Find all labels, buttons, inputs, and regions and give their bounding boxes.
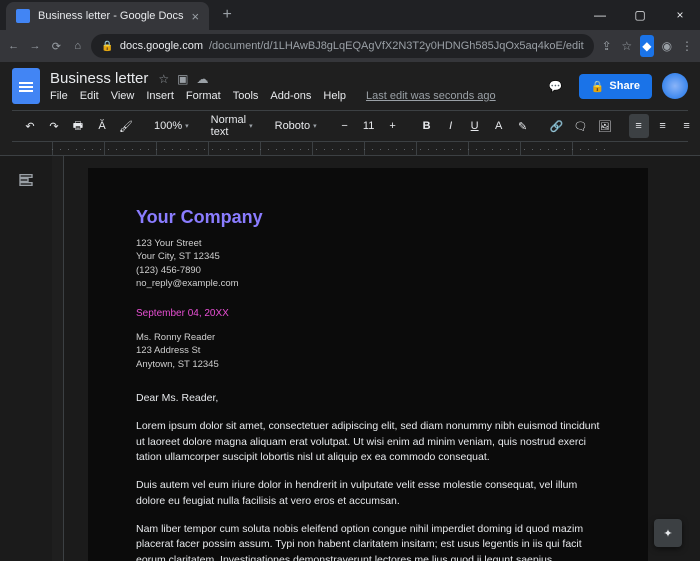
insert-image-button[interactable]: 🖼 — [595, 114, 615, 138]
move-icon[interactable]: ▣ — [177, 72, 188, 86]
lock-share-icon: 🔒 — [591, 80, 605, 93]
body-paragraph[interactable]: Duis autem vel eum iriure dolor in hendr… — [136, 478, 600, 510]
home-button[interactable]: ⌂ — [70, 34, 85, 58]
page-canvas[interactable]: Your Company 123 Your Street Your City, … — [64, 156, 700, 561]
star-icon[interactable]: ☆ — [158, 72, 169, 86]
share-page-icon[interactable]: ⇪ — [600, 35, 614, 57]
undo-button[interactable]: ↶ — [20, 114, 40, 138]
comments-icon[interactable]: 💬 — [543, 73, 569, 99]
spellcheck-button[interactable]: Ă — [92, 114, 112, 138]
decrease-font-button[interactable]: − — [335, 114, 355, 138]
menu-edit[interactable]: Edit — [80, 90, 99, 102]
align-left-button[interactable]: ≡ — [629, 114, 649, 138]
url-input[interactable]: 🔒 docs.google.com/document/d/1LHAwBJ8gLq… — [91, 34, 593, 58]
browser-menu-icon[interactable]: ⋮ — [680, 35, 694, 57]
sender-address[interactable]: 123 Your Street Your City, ST 12345 (123… — [136, 237, 600, 290]
bold-button[interactable]: B — [417, 114, 437, 138]
share-button[interactable]: 🔒 Share — [579, 74, 652, 99]
letter-date[interactable]: September 04, 20XX — [136, 306, 600, 321]
new-tab-button[interactable]: + — [215, 3, 239, 27]
horizontal-ruler[interactable] — [0, 142, 700, 156]
body-paragraph[interactable]: Lorem ipsum dolor sit amet, consectetuer… — [136, 419, 600, 466]
document-title[interactable]: Business letter — [50, 70, 148, 87]
cloud-status-icon[interactable]: ☁ — [197, 72, 209, 86]
explore-button[interactable]: ✦ — [654, 519, 682, 547]
increase-font-button[interactable]: + — [383, 114, 403, 138]
back-button[interactable]: ← — [6, 34, 21, 58]
document-page[interactable]: Your Company 123 Your Street Your City, … — [88, 168, 648, 561]
highlight-button[interactable]: ✎ — [513, 114, 533, 138]
window-controls: — ▢ × — [580, 0, 700, 30]
menu-view[interactable]: View — [111, 90, 135, 102]
bookmark-icon[interactable]: ☆ — [620, 35, 634, 57]
address-bar: ← → ⟳ ⌂ 🔒 docs.google.com/document/d/1LH… — [0, 30, 700, 62]
extension-icon[interactable]: ◆ — [640, 35, 654, 57]
style-select[interactable]: Normal text — [207, 114, 257, 138]
menu-addons[interactable]: Add-ons — [270, 90, 311, 102]
menu-format[interactable]: Format — [186, 90, 221, 102]
print-button[interactable]: 🖶 — [68, 114, 88, 138]
url-path: /document/d/1LHAwBJ8gLqEQAgVfX2N3T2y0HDN… — [209, 40, 584, 52]
redo-button[interactable]: ↷ — [44, 114, 64, 138]
zoom-select[interactable]: 100% — [150, 120, 193, 132]
forward-button[interactable]: → — [27, 34, 42, 58]
document-area: Your Company 123 Your Street Your City, … — [0, 156, 700, 561]
docs-favicon — [16, 9, 30, 23]
browser-tab[interactable]: Business letter - Google Docs × — [6, 2, 209, 30]
url-host: docs.google.com — [120, 40, 203, 52]
profile-icon[interactable]: ◉ — [660, 35, 674, 57]
minimize-button[interactable]: — — [580, 0, 620, 30]
align-right-button[interactable]: ≡ — [677, 114, 697, 138]
close-window-button[interactable]: × — [660, 0, 700, 30]
tab-title: Business letter - Google Docs — [38, 10, 184, 22]
reload-button[interactable]: ⟳ — [49, 34, 64, 58]
text-color-button[interactable]: A — [489, 114, 509, 138]
add-comment-button[interactable]: 🗨 — [571, 114, 591, 138]
outline-icon[interactable] — [16, 170, 36, 190]
font-size-input[interactable]: 11 — [359, 114, 379, 138]
recipient-address[interactable]: Ms. Ronny Reader 123 Address St Anytown,… — [136, 331, 600, 371]
menu-insert[interactable]: Insert — [146, 90, 174, 102]
lock-icon: 🔒 — [101, 41, 113, 52]
menu-tools[interactable]: Tools — [233, 90, 259, 102]
company-heading[interactable]: Your Company — [136, 204, 600, 231]
docs-header: Business letter ☆ ▣ ☁ File Edit View Ins… — [0, 62, 700, 142]
body-paragraph[interactable]: Nam liber tempor cum soluta nobis eleife… — [136, 522, 600, 561]
underline-button[interactable]: U — [465, 114, 485, 138]
maximize-button[interactable]: ▢ — [620, 0, 660, 30]
menu-help[interactable]: Help — [323, 90, 346, 102]
last-edit-link[interactable]: Last edit was seconds ago — [366, 90, 496, 102]
account-avatar[interactable] — [662, 73, 688, 99]
align-center-button[interactable]: ≡ — [653, 114, 673, 138]
italic-button[interactable]: I — [441, 114, 461, 138]
toolbar: ↶ ↷ 🖶 Ă 🖌 100% Normal text Roboto − 11 +… — [12, 110, 688, 142]
menu-bar: File Edit View Insert Format Tools Add-o… — [50, 90, 533, 102]
share-label: Share — [609, 80, 640, 92]
browser-titlebar: Business letter - Google Docs × + — ▢ × — [0, 0, 700, 30]
font-select[interactable]: Roboto — [271, 120, 321, 132]
link-button[interactable]: 🔗 — [547, 114, 567, 138]
salutation[interactable]: Dear Ms. Reader, — [136, 391, 600, 407]
paint-format-button[interactable]: 🖌 — [116, 114, 136, 138]
vertical-ruler[interactable] — [52, 156, 64, 561]
docs-logo-icon[interactable] — [12, 68, 40, 104]
close-tab-icon[interactable]: × — [192, 9, 200, 24]
menu-file[interactable]: File — [50, 90, 68, 102]
